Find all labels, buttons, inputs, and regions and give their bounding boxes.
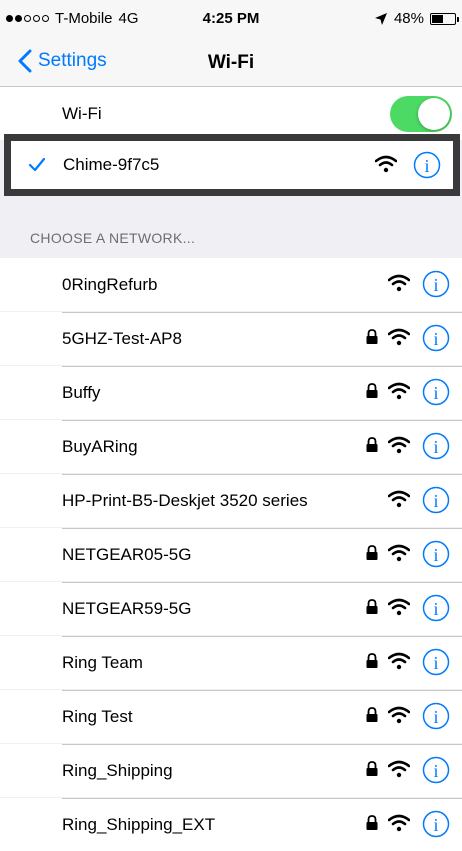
network-row[interactable]: Buffy i — [0, 366, 462, 419]
network-row[interactable]: Ring_Shipping i — [0, 744, 462, 797]
network-row[interactable]: Ring_Shipping_EXT i — [0, 798, 462, 851]
network-name: 5GHZ-Test-AP8 — [62, 328, 182, 348]
location-arrow-icon — [374, 12, 387, 25]
lock-icon — [366, 437, 378, 452]
toggle-knob — [418, 98, 450, 130]
lock-icon — [366, 815, 378, 830]
svg-text:i: i — [433, 707, 438, 727]
wifi-signal-icon — [388, 652, 410, 670]
row-separator — [62, 420, 462, 421]
network-name: NETGEAR59-5G — [62, 598, 192, 618]
network-name: Ring_Shipping — [62, 760, 173, 780]
network-name: BuyARing — [62, 436, 138, 456]
network-name: Buffy — [62, 382, 101, 402]
info-icon[interactable]: i — [422, 270, 450, 298]
svg-text:i: i — [433, 491, 438, 511]
network-name: HP-Print-B5-Deskjet 3520 series — [62, 490, 308, 510]
wifi-toggle-row: Wi-Fi — [0, 87, 462, 140]
status-bar: T-Mobile 4G 4:25 PM 48% — [0, 0, 462, 40]
battery-percent: 48% — [393, 10, 424, 27]
svg-text:i: i — [433, 815, 438, 835]
row-separator — [62, 798, 462, 799]
network-name: NETGEAR05-5G — [62, 544, 192, 564]
wifi-signal-icon — [388, 760, 410, 778]
info-icon[interactable]: i — [422, 324, 450, 352]
info-icon[interactable]: i — [422, 810, 450, 838]
svg-text:i: i — [433, 761, 438, 781]
wifi-toggle-switch[interactable] — [390, 96, 452, 132]
wifi-signal-icon — [388, 274, 410, 292]
network-name: Ring Team — [62, 652, 143, 672]
row-separator — [62, 474, 462, 475]
connected-network-name: Chime-9f7c5 — [63, 155, 160, 174]
svg-text:i: i — [433, 545, 438, 565]
row-separator — [62, 528, 462, 529]
lock-icon — [366, 545, 378, 560]
info-icon[interactable]: i — [422, 756, 450, 784]
row-separator — [62, 636, 462, 637]
info-icon[interactable]: i — [422, 432, 450, 460]
wifi-signal-icon — [388, 436, 410, 454]
info-icon[interactable]: i — [422, 594, 450, 622]
status-right: 48% — [374, 10, 459, 27]
wifi-signal-icon — [388, 382, 410, 400]
network-row[interactable]: HP-Print-B5-Deskjet 3520 series i — [0, 474, 462, 527]
lock-icon — [366, 599, 378, 614]
info-icon[interactable]: i — [413, 151, 441, 179]
choose-network-header: CHOOSE A NETWORK... — [30, 230, 196, 246]
row-separator — [62, 366, 462, 367]
lock-icon — [366, 329, 378, 344]
wifi-signal-icon — [388, 706, 410, 724]
info-icon[interactable]: i — [422, 486, 450, 514]
battery-icon — [430, 12, 459, 25]
wifi-signal-icon — [388, 490, 410, 508]
network-row[interactable]: NETGEAR05-5G i — [0, 528, 462, 581]
wifi-signal-icon — [375, 155, 397, 173]
svg-text:i: i — [424, 156, 429, 176]
row-separator — [62, 312, 462, 313]
network-row[interactable]: Ring Test i — [0, 690, 462, 743]
lock-icon — [366, 383, 378, 398]
info-icon[interactable]: i — [422, 702, 450, 730]
info-icon[interactable]: i — [422, 378, 450, 406]
connected-network-row[interactable]: Chime-9f7c5 i — [4, 134, 460, 196]
lock-icon — [366, 761, 378, 776]
info-icon[interactable]: i — [422, 648, 450, 676]
navigation-bar: Settings Wi-Fi — [0, 40, 462, 87]
wifi-toggle-label: Wi-Fi — [62, 103, 102, 123]
wifi-signal-icon — [388, 814, 410, 832]
page-title: Wi-Fi — [207, 52, 255, 73]
network-name: 0RingRefurb — [62, 274, 158, 294]
svg-text:i: i — [433, 275, 438, 295]
lock-icon — [366, 653, 378, 668]
network-row[interactable]: Ring Team i — [0, 636, 462, 689]
network-row[interactable]: 0RingRefurb i — [0, 258, 462, 311]
svg-text:i: i — [433, 599, 438, 619]
lock-icon — [366, 707, 378, 722]
svg-text:i: i — [433, 437, 438, 457]
network-name: Ring Test — [62, 706, 133, 726]
row-separator — [62, 744, 462, 745]
svg-text:i: i — [433, 653, 438, 673]
network-name: Ring_Shipping_EXT — [62, 814, 216, 834]
checkmark-icon — [28, 157, 46, 172]
row-separator — [62, 690, 462, 691]
wifi-signal-icon — [388, 544, 410, 562]
svg-text:i: i — [433, 383, 438, 403]
network-row[interactable]: NETGEAR59-5G i — [0, 582, 462, 635]
wifi-signal-icon — [388, 328, 410, 346]
row-separator — [62, 582, 462, 583]
info-icon[interactable]: i — [422, 540, 450, 568]
wifi-signal-icon — [388, 598, 410, 616]
network-row[interactable]: BuyARing i — [0, 420, 462, 473]
network-row[interactable]: 5GHZ-Test-AP8 i — [0, 312, 462, 365]
svg-text:i: i — [433, 329, 438, 349]
